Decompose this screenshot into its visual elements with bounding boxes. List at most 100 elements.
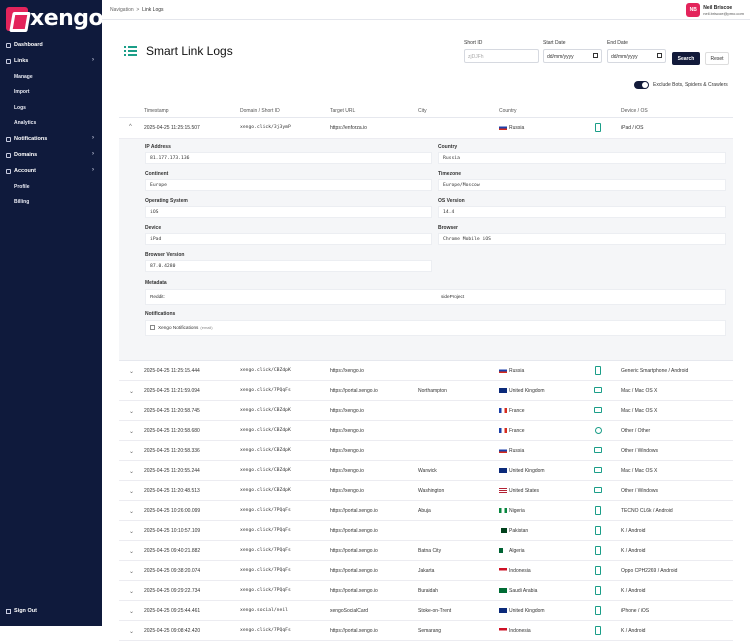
table-row[interactable]: ⌄ 2025-04-25 10:26:00.099 xengo.click/7PQq… [119,501,733,521]
sidebar-item-label: Account [14,168,36,174]
row-device: K / Android [621,588,645,594]
chevron-down-icon[interactable]: ⌄ [129,528,134,535]
row-short-id[interactable]: xengo.social/neil [240,608,288,613]
sign-out-button[interactable]: Sign Out [6,608,37,614]
chevron-down-icon[interactable]: ⌄ [129,548,134,555]
phone-icon [595,546,601,555]
chevron-down-icon[interactable]: ⌄ [129,628,134,635]
table-row[interactable]: ⌄ 2025-04-25 11:25:15.444 xengo.click/CBZd… [119,361,733,381]
row-target[interactable]: https://xengo.io [330,408,364,414]
row-target[interactable]: https://xengo.io [330,428,364,434]
row-short-id[interactable]: xengo.click/CBZdpK [240,448,291,453]
table-row[interactable]: ⌄2025-04-25 09:29:22.734xengo.click/7PQq… [119,581,733,601]
sidebar-subitem-import[interactable]: Import [0,85,102,101]
page-title: Smart Link Logs [146,44,233,58]
brand-logo[interactable]: xengo [6,6,103,31]
row-timestamp: 2025-04-25 11:25:15.444 [144,368,200,374]
chevron-down-icon[interactable]: ⌄ [129,468,134,475]
sidebar-item-notifications[interactable]: Notifications› [0,131,102,147]
chevron-down-icon[interactable]: ⌄ [129,368,134,375]
link-icon [6,59,11,64]
row-target[interactable]: xengoSocialCard [330,608,368,614]
search-button[interactable]: Search [672,52,700,65]
table-row[interactable]: ⌄2025-04-25 11:20:58.745xengo.click/CBZd… [119,401,733,421]
breadcrumb-root[interactable]: Navigation [110,7,134,13]
chevron-down-icon[interactable]: ⌄ [129,608,134,615]
row-target[interactable]: https://xengo.io [330,368,364,374]
reset-button[interactable]: Reset [705,52,729,65]
table-row[interactable]: ⌄2025-04-25 10:10:57.109xengo.click/7PQq… [119,521,733,541]
table-row[interactable]: ⌄2025-04-25 11:21:59.094xengo.click/7PQq… [119,381,733,401]
user-menu[interactable]: NB Neil Briscoe neil.briscoe@pmo.com [686,3,744,17]
row-target[interactable]: https://portal.xengo.io [330,568,378,574]
sidebar-subitem-billing[interactable]: Billing [0,195,102,211]
table-row[interactable]: ⌄2025-04-25 11:20:55.244xengo.click/CBZd… [119,461,733,481]
row-short-id[interactable]: xengo.click/7PQqFs [240,528,291,533]
sidebar-item-account[interactable]: Account› [0,163,102,179]
sidebar-item-links[interactable]: Links› [0,53,102,69]
row-short-id[interactable]: xengo.click/CBZdpK [240,368,291,373]
chevron-up-icon[interactable]: ^ [129,124,132,130]
row-short-id[interactable]: xengo.click/7PQqFs [240,388,291,393]
chevron-down-icon[interactable]: ⌄ [129,588,134,595]
table-row[interactable]: ⌄2025-04-25 11:20:58.336xengo.click/CBZd… [119,441,733,461]
metadata-row: Reddit: sideProject [145,289,726,305]
checkbox-icon[interactable] [150,325,155,330]
row-short-id[interactable]: xengo.click/3j3ymP [240,125,291,130]
row-short-id[interactable]: xengo.click/CBZdpK [240,488,291,493]
end-date-input[interactable]: dd/mm/yyyy [607,49,666,63]
row-timestamp: 2025-04-25 10:26:00.099 [144,508,200,514]
sidebar-subitem-logs[interactable]: Logs [0,100,102,116]
row-short-id[interactable]: xengo.click/7PQqFs [240,508,291,513]
table-row[interactable]: ⌄2025-04-25 09:38:20.074xengo.click/7PQq… [119,561,733,581]
chevron-down-icon[interactable]: ⌄ [129,408,134,415]
row-target[interactable]: https://xengo.io [330,468,364,474]
sidebar-item-dashboard[interactable]: Dashboard [0,37,102,53]
chevron-down-icon[interactable]: ⌄ [129,508,134,515]
row-short-id[interactable]: xengo.click/7PQqFs [240,548,291,553]
sidebar-item-domains[interactable]: Domains› [0,147,102,163]
table-row-expanded[interactable]: ^ 2025-04-25 11:25:15.507 xengo.click/3j… [119,118,733,139]
sidebar-subitem-profile[interactable]: Profile [0,179,102,195]
table-row[interactable]: ⌄2025-04-25 09:40:21.882xengo.click/7PQq… [119,541,733,561]
chevron-down-icon[interactable]: ⌄ [129,428,134,435]
table-row[interactable]: ⌄2025-04-25 11:20:58.680xengo.click/CBZd… [119,421,733,441]
row-target[interactable]: https://xengo.io [330,488,364,494]
calendar-icon[interactable] [657,53,662,58]
row-target[interactable]: https://xengo.io [330,448,364,454]
row-short-id[interactable]: xengo.click/7PQqFs [240,588,291,593]
row-country: United Kingdom [499,388,545,394]
sidebar-subitem-analytics[interactable]: Analytics [0,116,102,132]
flag-ru-icon [499,368,507,373]
row-short-id[interactable]: xengo.click/CBZdpK [240,468,291,473]
start-date-input[interactable]: dd/mm/yyyy [543,49,602,63]
row-target[interactable]: https://portal.xengo.io [330,528,378,534]
short-id-input[interactable]: zjDJFh [464,49,539,63]
chevron-down-icon[interactable]: ⌄ [129,388,134,395]
row-target[interactable]: https://portal.xengo.io [330,588,378,594]
chevron-down-icon[interactable]: ⌄ [129,488,134,495]
calendar-icon[interactable] [593,53,598,58]
table-row[interactable]: ⌄2025-04-25 11:20:48.513xengo.click/CBZd… [119,481,733,501]
row-target[interactable]: https://portal.xengo.io [330,628,378,634]
table-row[interactable]: ⌄2025-04-25 09:25:44.461xengo.social/nei… [119,601,733,621]
chevron-down-icon[interactable]: ⌄ [129,568,134,575]
col-country: Country [499,108,517,114]
row-target[interactable]: https://enforza.io [330,125,367,131]
row-short-id[interactable]: xengo.click/CBZdpK [240,408,291,413]
row-target[interactable]: https://portal.xengo.io [330,508,378,514]
row-short-id[interactable]: xengo.click/7PQqFs [240,568,291,573]
notification-name: Xengo Notifications [158,325,198,330]
row-target[interactable]: https://portal.xengo.io [330,548,378,554]
home-icon [6,43,11,48]
row-short-id[interactable]: xengo.click/7PQqFs [240,628,291,633]
sidebar-subitem-manage[interactable]: Manage [0,69,102,85]
row-country-label: France [509,428,525,434]
table-row[interactable]: ⌄2025-04-25 09:08:42.420xengo.click/7PQq… [119,621,733,641]
chevron-down-icon[interactable]: ⌄ [129,448,134,455]
exclude-bots-toggle[interactable] [634,81,649,89]
sign-out-label: Sign Out [14,608,37,614]
row-short-id[interactable]: xengo.click/CBZdpK [240,428,291,433]
row-target[interactable]: https://portal.xengo.io [330,388,378,394]
col-domain: Domain / Short ID [240,108,280,114]
